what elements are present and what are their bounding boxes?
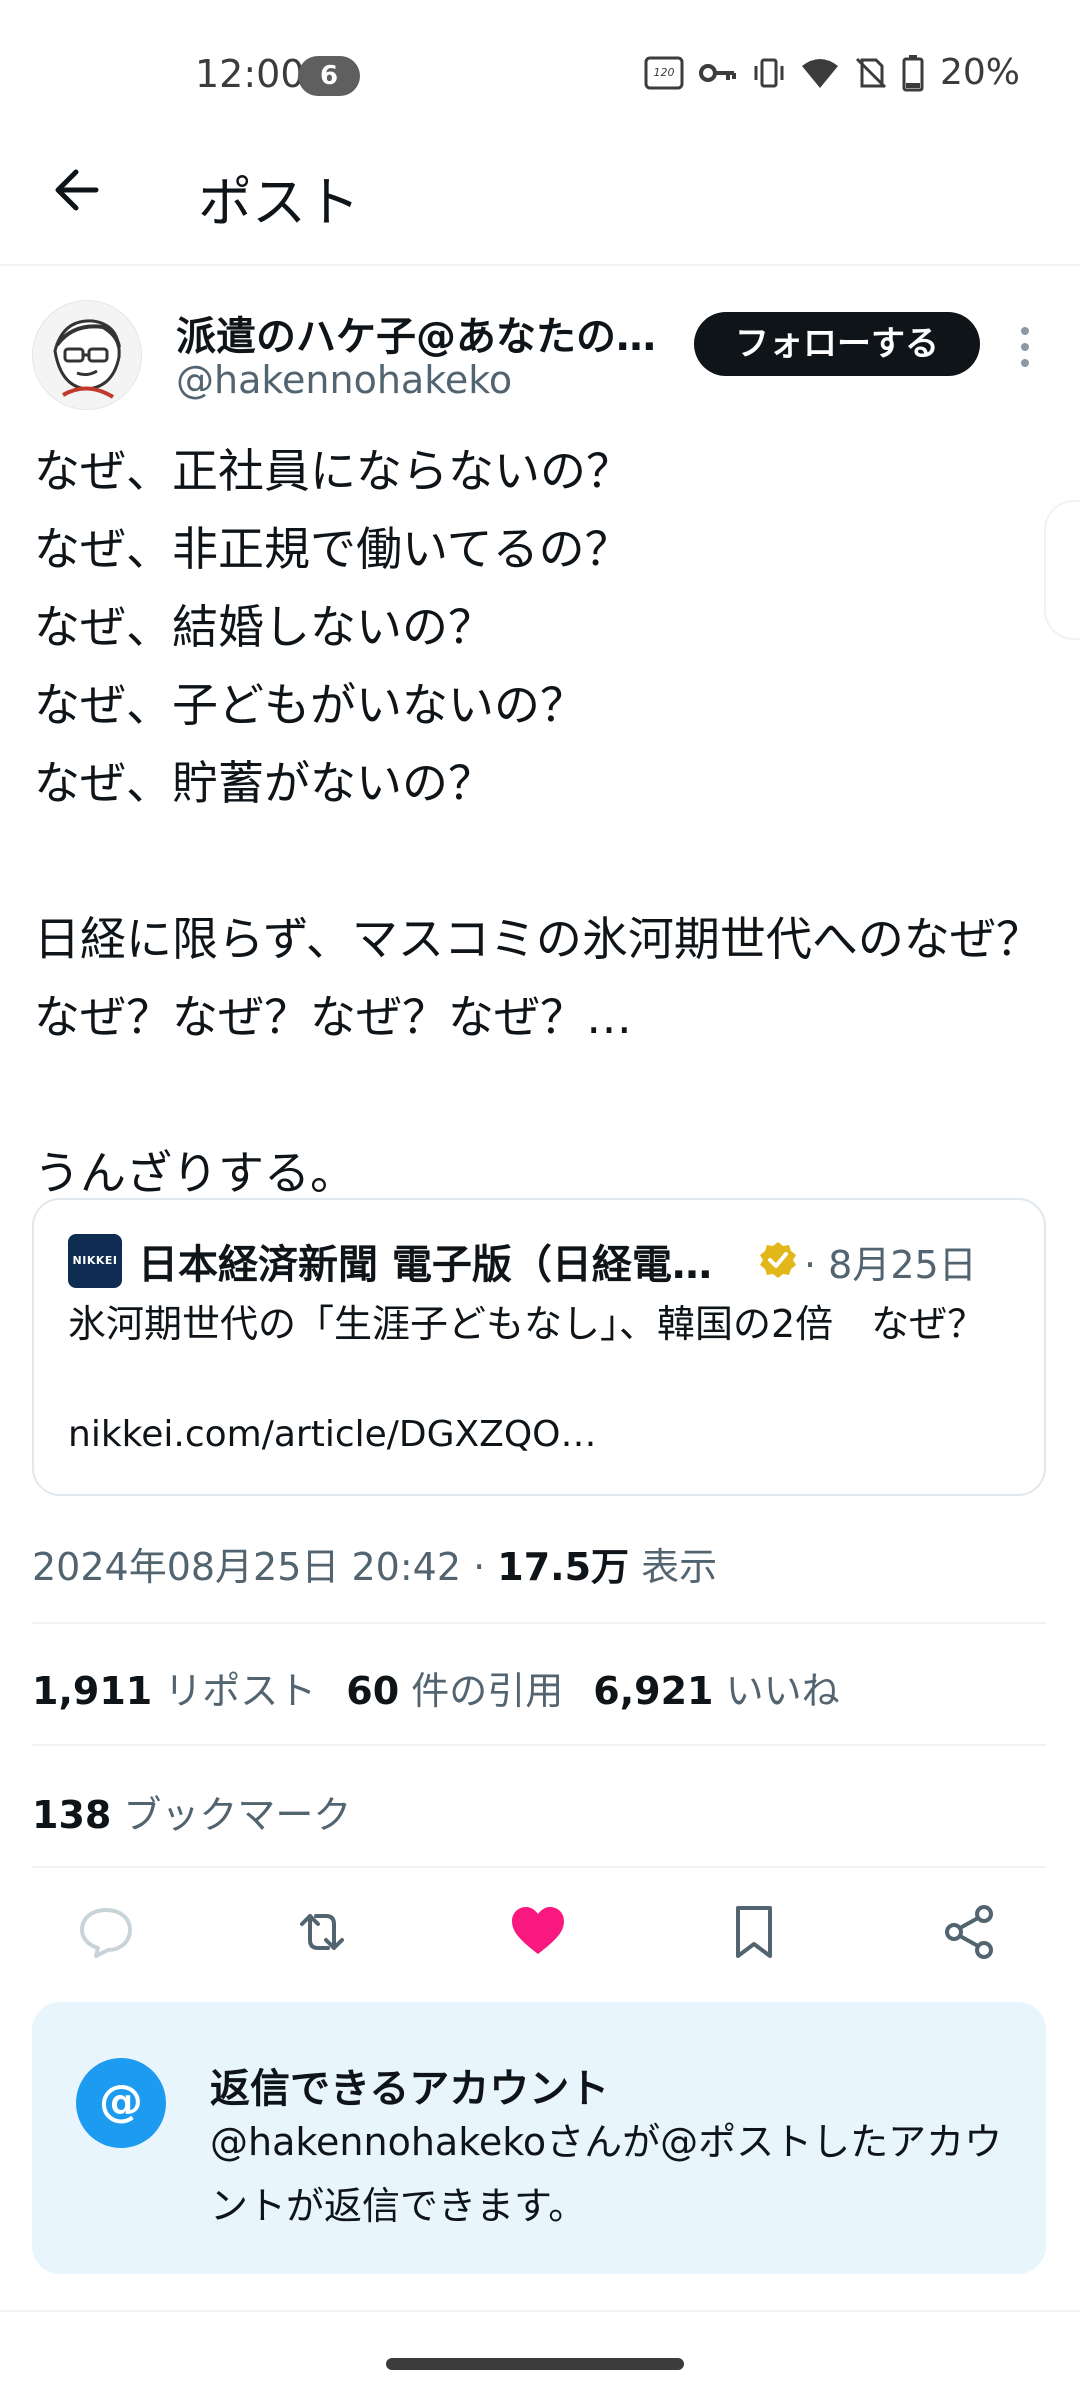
bookmarks-label: ブックマーク [111, 1793, 352, 1837]
battery-icon [902, 54, 924, 91]
wifi-icon [801, 58, 838, 88]
tweet-text: なぜ、正社員にならないの？ なぜ、非正規で働いてるの？ なぜ、結婚しないの？ な… [34, 444, 1042, 1200]
divider [32, 1866, 1046, 1868]
edge-panel-handle[interactable] [1044, 500, 1080, 640]
likes-label: いいね [713, 1669, 840, 1713]
share-icon[interactable] [940, 1902, 1000, 1962]
reposts-label: リポスト [152, 1669, 317, 1713]
at-sign-icon: @ [76, 2058, 166, 2148]
engagement-stats: 1,911 リポスト 60 件の引用 6,921 いいね [32, 1660, 840, 1715]
avatar-illustration [33, 301, 141, 409]
quoted-post-date: · 8月25日 [804, 1243, 977, 1287]
verified-badge-icon [760, 1242, 796, 1278]
gesture-home-bar[interactable] [386, 2358, 684, 2370]
reply-restriction-title: 返信できるアカウント [210, 2066, 610, 2112]
status-bar: 12:00 6 120 20% [0, 0, 1080, 150]
vpn-key-icon [698, 63, 736, 82]
post-meta: 2024年08月25日 20:42 · 17.5万 表示 [32, 1536, 717, 1591]
no-sim-icon [855, 57, 887, 88]
like-icon[interactable] [508, 1902, 568, 1962]
back-arrow-icon[interactable] [48, 160, 108, 220]
status-icons: 120 20% [644, 52, 1020, 93]
divider [0, 2310, 1080, 2312]
divider [32, 1744, 1046, 1746]
more-options-icon[interactable] [1010, 322, 1040, 372]
avatar[interactable] [32, 300, 142, 410]
quotes-stat[interactable]: 60 件の引用 [346, 1669, 563, 1713]
bookmark-icon[interactable] [724, 1902, 784, 1962]
reply-restriction-card: @ 返信できるアカウント @hakennohakekoさんが@ポストしたアカウン… [32, 2002, 1046, 2274]
quotes-label: 件の引用 [399, 1669, 564, 1713]
divider [32, 1622, 1046, 1624]
repost-icon[interactable] [292, 1902, 352, 1962]
author-handle[interactable]: @hakennohakeko [176, 358, 512, 402]
quoted-post-text: 氷河期世代の「生涯子どもなし」、韓国の2倍 なぜ？ [68, 1302, 986, 1346]
nikkei-logo: NIKKEI [68, 1234, 122, 1288]
bookmarks-stat[interactable]: 138 ブックマーク [32, 1784, 351, 1839]
top-app-bar [0, 150, 1080, 266]
reposts-stat[interactable]: 1,911 リポスト [32, 1669, 316, 1713]
notification-count-badge: 6 [298, 56, 360, 96]
reply-restriction-body: @hakennohakekoさんが@ポストしたアカウントが返信できます。 [210, 2120, 1003, 2228]
page-title: ポスト [198, 171, 360, 234]
views-count: 17.5万 [497, 1545, 630, 1589]
views-label: 表示 [629, 1545, 718, 1589]
svg-text:120: 120 [653, 66, 674, 79]
likes-count: 6,921 [593, 1669, 714, 1713]
battery-percent: 20% [939, 52, 1020, 93]
quoted-post-card[interactable]: NIKKEI 日本経済新聞 電子版（日経電子… · 8月25日 氷河期世代の「生… [32, 1198, 1046, 1496]
reply-icon[interactable] [76, 1902, 136, 1962]
bookmarks-count: 138 [32, 1793, 112, 1837]
120hz-icon: 120 [644, 56, 684, 89]
follow-button[interactable]: フォローする [694, 312, 980, 376]
vibrate-icon [754, 58, 784, 87]
status-time: 12:00 [195, 52, 305, 96]
quoted-source-name: 日本経済新聞 電子版（日経電子… [138, 1242, 748, 1288]
quotes-count: 60 [346, 1669, 400, 1713]
likes-stat[interactable]: 6,921 いいね [593, 1669, 839, 1713]
author-name[interactable]: 派遣のハケ子@あなたの… [176, 304, 666, 362]
post-timestamp: 2024年08月25日 20:42 · [32, 1545, 498, 1589]
reposts-count: 1,911 [32, 1669, 153, 1713]
quoted-post-link[interactable]: nikkei.com/article/DGXZQO… [68, 1414, 597, 1455]
